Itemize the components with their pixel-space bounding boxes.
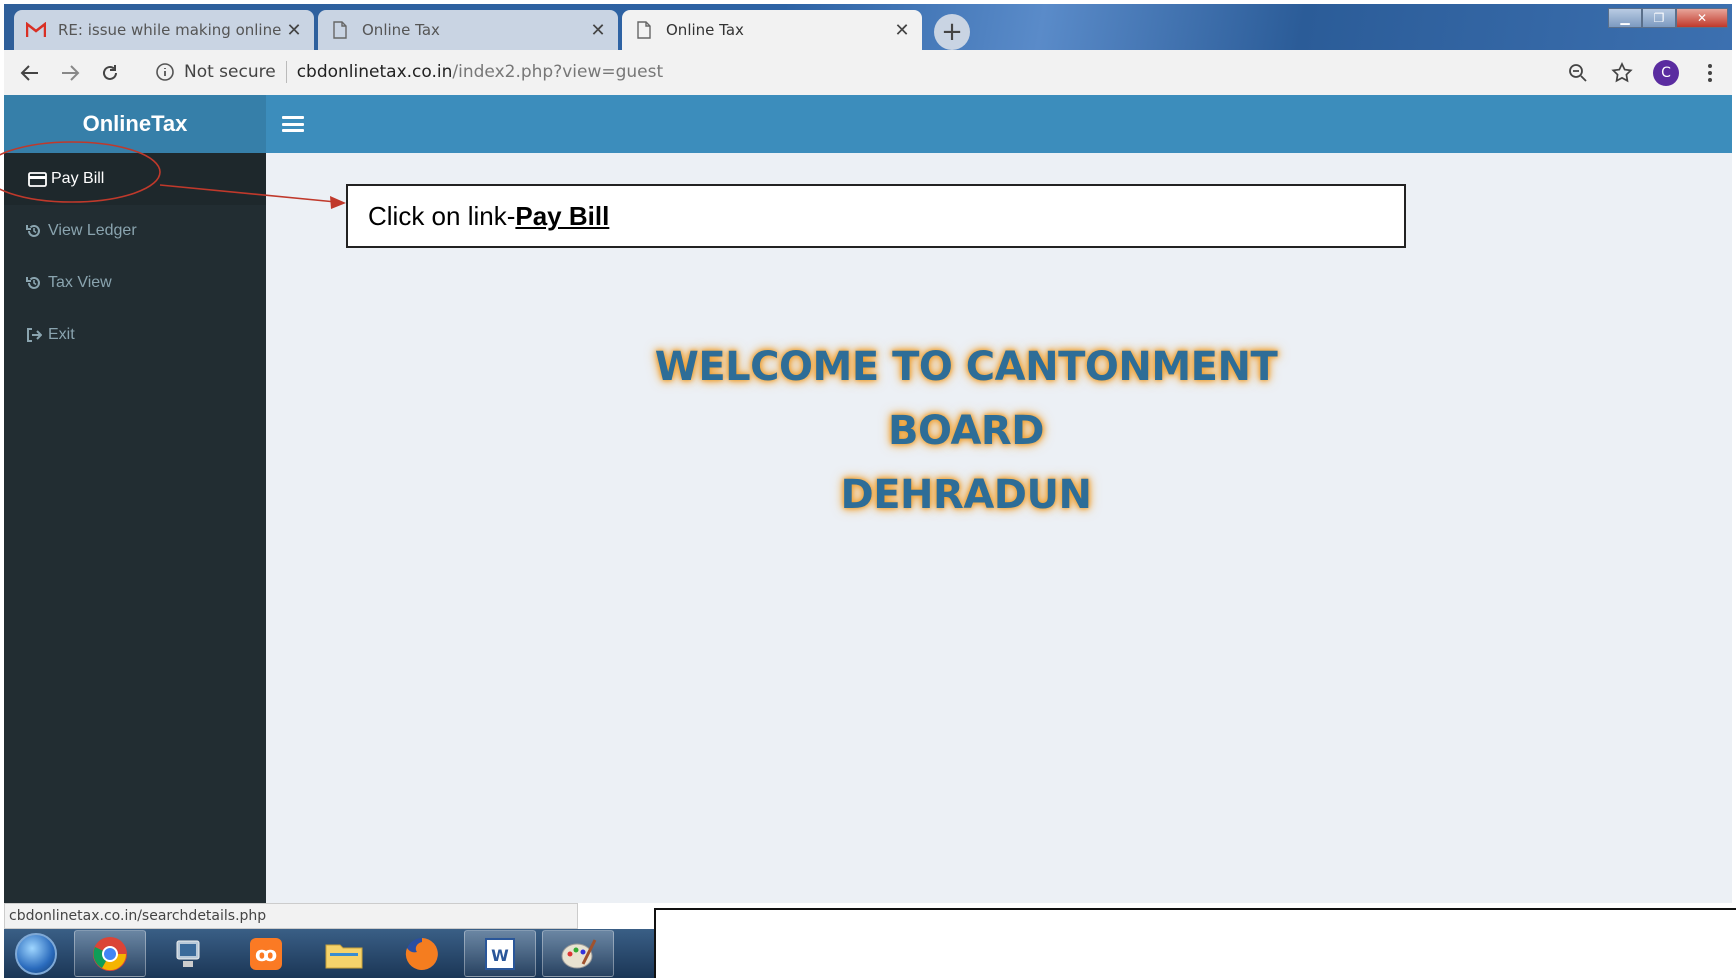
sidebar-item-label: Exit	[48, 326, 75, 343]
security-label: Not secure	[184, 62, 276, 82]
callout-text: Click on link-	[368, 200, 516, 231]
overlay-box	[654, 908, 1736, 978]
tab-title: Online Tax	[362, 21, 440, 39]
gmail-icon	[26, 20, 46, 40]
page-icon	[330, 20, 350, 40]
paint-icon	[561, 938, 597, 968]
welcome-line-1: WELCOME TO CANTONMENT BOARD	[654, 344, 1278, 454]
svg-text:W: W	[491, 946, 509, 965]
sign-out-icon	[24, 325, 44, 345]
explorer-icon	[325, 944, 363, 968]
sidebar-item-label: Pay Bill	[51, 170, 105, 187]
status-bar: cbdonlinetax.co.in/searchdetails.php	[4, 903, 578, 929]
back-button[interactable]	[10, 53, 50, 93]
taskbar-chrome[interactable]	[74, 930, 146, 977]
taskbar-firefox[interactable]	[386, 930, 458, 977]
browser-tab-strip: RE: issue while making online pay ✕ Onli…	[4, 4, 1732, 50]
tab-gmail[interactable]: RE: issue while making online pay ✕	[14, 10, 314, 50]
info-icon[interactable]	[156, 63, 174, 81]
address-bar[interactable]: Not secure cbdonlinetax.co.in/index2.php…	[144, 54, 1644, 90]
new-tab-button[interactable]: +	[934, 14, 970, 50]
window-controls: ▁ ❐ ✕	[1608, 8, 1728, 28]
reload-button[interactable]	[90, 53, 130, 93]
tab-title: RE: issue while making online pay	[58, 21, 286, 39]
hamburger-menu-icon[interactable]	[282, 113, 304, 135]
welcome-heading: WELCOME TO CANTONMENT BOARD DEHRADUN	[606, 335, 1326, 527]
divider	[285, 61, 287, 83]
xampp-icon: ꝏ	[250, 937, 282, 970]
toolbar-right: C	[1556, 50, 1732, 95]
start-button[interactable]	[4, 929, 68, 978]
menu-button[interactable]	[1688, 53, 1732, 93]
network-icon	[176, 940, 200, 967]
taskbar-xampp[interactable]: ꝏ	[230, 930, 302, 977]
arrow-right-icon	[62, 64, 80, 81]
tab-title: Online Tax	[666, 21, 744, 39]
taskbar-network[interactable]	[152, 930, 224, 977]
tab-online-tax[interactable]: Online Tax ✕	[318, 10, 618, 50]
history-icon	[24, 273, 44, 293]
browser-toolbar: Not secure cbdonlinetax.co.in/index2.php…	[4, 50, 1732, 95]
tab-online-tax-active[interactable]: Online Tax ✕	[622, 10, 922, 50]
main-content: WELCOME TO CANTONMENT BOARD DEHRADUN	[266, 153, 1732, 903]
bookmark-button[interactable]	[1600, 53, 1644, 93]
url-path: /index2.php?view=guest	[452, 62, 664, 82]
forward-button[interactable]	[50, 53, 90, 93]
reload-icon	[103, 64, 117, 80]
instruction-callout: Click on link- Pay Bill	[346, 184, 1406, 248]
close-icon[interactable]: ✕	[286, 20, 302, 41]
close-icon[interactable]: ✕	[590, 20, 606, 41]
sidebar-item-exit[interactable]: Exit	[4, 309, 266, 361]
kebab-menu-icon	[1708, 63, 1712, 82]
sidebar-item-view-ledger[interactable]: View Ledger	[4, 205, 266, 257]
maximize-button[interactable]: ❐	[1642, 8, 1676, 28]
sidebar-item-pay-bill[interactable]: Pay Bill	[4, 153, 266, 205]
page-icon	[634, 20, 654, 40]
close-window-button[interactable]: ✕	[1676, 8, 1728, 28]
close-icon[interactable]: ✕	[894, 20, 910, 41]
history-icon	[24, 221, 44, 241]
status-url: cbdonlinetax.co.in/searchdetails.php	[9, 908, 267, 924]
windows-logo-icon	[15, 932, 57, 975]
chrome-icon	[93, 936, 127, 971]
arrow-left-icon	[20, 64, 38, 81]
star-icon	[1611, 61, 1633, 82]
app-header: OnlineTax	[4, 95, 1732, 153]
zoom-out-icon	[1569, 63, 1587, 82]
sidebar-item-label: Tax View	[48, 274, 112, 291]
taskbar-word[interactable]: W	[464, 930, 536, 977]
minimize-button[interactable]: ▁	[1608, 8, 1642, 28]
profile-button[interactable]: C	[1644, 53, 1688, 93]
sidebar-item-label: View Ledger	[48, 222, 137, 239]
app-logo[interactable]: OnlineTax	[4, 95, 266, 153]
sidebar: Pay Bill View Ledger Tax View Exit	[4, 153, 266, 903]
svg-text:ꝏ: ꝏ	[255, 942, 277, 966]
welcome-line-2: DEHRADUN	[840, 472, 1092, 518]
taskbar-explorer[interactable]	[308, 930, 380, 977]
word-icon: W	[485, 937, 515, 970]
sidebar-item-tax-view[interactable]: Tax View	[4, 257, 266, 309]
taskbar-paint[interactable]	[542, 930, 614, 977]
avatar: C	[1653, 59, 1679, 86]
callout-link-text: Pay Bill	[515, 200, 610, 231]
zoom-button[interactable]	[1556, 53, 1600, 93]
credit-card-icon	[27, 169, 47, 189]
windows-taskbar: ꝏ W	[4, 929, 654, 978]
firefox-icon	[405, 937, 438, 970]
url-host: cbdonlinetax.co.in	[296, 62, 453, 82]
